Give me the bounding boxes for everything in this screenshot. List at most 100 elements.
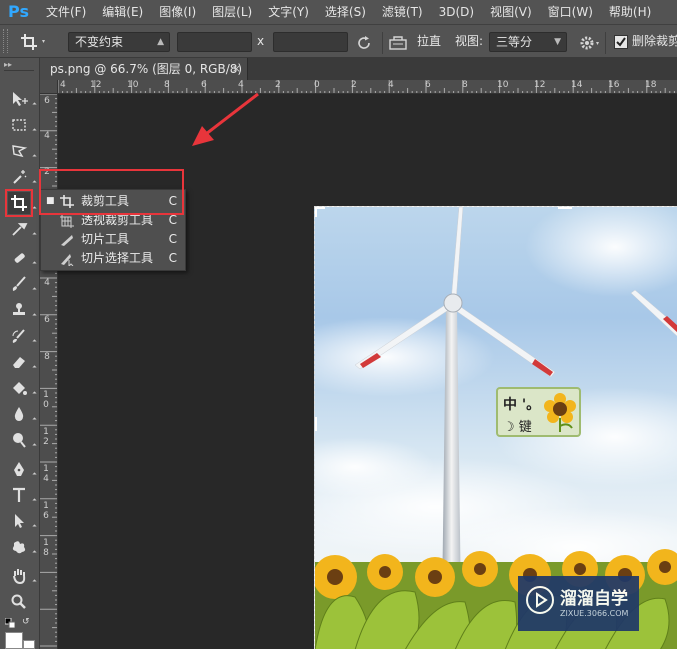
options-divider — [605, 32, 607, 54]
delete-cropped-checkbox[interactable] — [614, 35, 628, 49]
ruler-origin[interactable] — [40, 80, 58, 94]
eraser-tool-icon[interactable] — [8, 351, 30, 373]
ruler-label: 2 — [275, 80, 281, 90]
ruler-label: 6 — [201, 80, 207, 90]
times-sign: x — [257, 34, 265, 48]
ruler-label: 1 4 — [43, 464, 49, 484]
delete-cropped-label[interactable]: 删除裁剪 — [632, 33, 677, 49]
ruler-label: 8 — [164, 80, 170, 90]
ruler-label: 8 — [44, 352, 50, 362]
slice-icon — [61, 235, 73, 246]
play-logo-icon — [526, 586, 554, 614]
menu-help[interactable]: 帮助(H) — [599, 0, 657, 24]
foreground-color-swatch[interactable] — [5, 632, 23, 649]
ime-secondary-text: ☽ 键 — [503, 420, 532, 435]
crop-height-input[interactable] — [273, 32, 348, 52]
default-colors-icon[interactable] — [4, 617, 16, 629]
perspective-crop-icon — [60, 214, 74, 228]
collapse-panel-icon[interactable]: ▸▸ — [4, 61, 34, 69]
flyout-item-shortcut: C — [168, 232, 177, 246]
brush-tool-icon[interactable] — [8, 273, 30, 295]
watermark-badge: 溜溜自学 ZIXUE.3066.COM — [518, 576, 639, 631]
hand-tool-icon[interactable] — [8, 565, 30, 587]
ruler-label: 4 — [388, 80, 394, 90]
pen-tool-icon[interactable] — [8, 458, 30, 480]
swap-colors-icon[interactable]: ↺ — [22, 617, 32, 627]
ruler-ticks — [58, 80, 675, 93]
ruler-label: 16 — [608, 80, 620, 90]
menu-image[interactable]: 图像(I) — [149, 0, 202, 24]
ruler-label: 14 — [571, 80, 583, 90]
lasso-tool-icon[interactable] — [8, 140, 30, 162]
menu-3d[interactable]: 3D(D) — [429, 0, 480, 24]
background-color-swatch[interactable] — [23, 640, 35, 649]
type-tool-icon[interactable] — [8, 484, 30, 506]
menu-edit[interactable]: 编辑(E) — [92, 0, 149, 24]
ruler-label: 4 — [60, 80, 66, 90]
clone-stamp-tool-icon[interactable] — [8, 299, 30, 321]
history-brush-tool-icon[interactable] — [8, 325, 30, 347]
flyout-item-slice-select-tool[interactable]: 切片选择工具 C — [41, 249, 185, 268]
crop-icon[interactable] — [18, 31, 48, 53]
ruler-label: 0 — [314, 80, 320, 90]
close-icon[interactable]: × — [232, 58, 241, 80]
menu-file[interactable]: 文件(F) — [36, 0, 92, 24]
ruler-label: 4 — [44, 278, 50, 288]
ratio-select[interactable]: 不变约束 ▲ — [68, 32, 170, 52]
flyout-item-label: 切片选择工具 — [81, 251, 154, 265]
straighten-label[interactable]: 拉直 — [417, 33, 441, 49]
menu-view[interactable]: 视图(V) — [480, 0, 538, 24]
menu-type[interactable]: 文字(Y) — [258, 0, 315, 24]
ruler-label: 2 — [351, 80, 357, 90]
menu-layer[interactable]: 图层(L) — [202, 0, 258, 24]
crop-handle[interactable] — [315, 207, 317, 217]
marquee-tool-icon[interactable] — [8, 114, 30, 136]
flyout-item-shortcut: C — [168, 251, 177, 265]
document-tab-title: ps.png @ 66.7% (图层 0, RGB/8) — [50, 62, 243, 76]
ime-mode-text: 中 '。 — [503, 397, 541, 413]
document-tab-bar: ps.png @ 66.7% (图层 0, RGB/8) × — [40, 58, 677, 80]
view-overlay-select[interactable]: 三等分 ▼ — [489, 32, 567, 52]
crop-handle[interactable] — [558, 207, 572, 209]
options-grip[interactable] — [3, 29, 8, 53]
dodge-tool-icon[interactable] — [8, 429, 30, 451]
ruler-label: 12 — [534, 80, 546, 90]
custom-shape-tool-icon[interactable] — [8, 536, 30, 558]
straighten-icon[interactable] — [388, 34, 408, 52]
flyout-item-slice-tool[interactable]: 切片工具 C — [41, 230, 185, 249]
ruler-label: 6 — [44, 96, 50, 106]
chevron-updown-icon: ▲ — [157, 37, 164, 47]
paint-bucket-tool-icon[interactable] — [8, 377, 30, 399]
annotation-highlight-box — [39, 169, 184, 215]
blur-tool-icon[interactable] — [8, 403, 30, 425]
ime-status-box[interactable]: 中 '。 ☽ 键 — [496, 387, 581, 437]
slice-select-icon — [61, 254, 74, 266]
menu-filter[interactable]: 滤镜(T) — [372, 0, 429, 24]
menu-bar: Ps 文件(F) 编辑(E) 图像(I) 图层(L) 文字(Y) 选择(S) 滤… — [0, 0, 677, 24]
ratio-select-value: 不变约束 — [75, 35, 124, 49]
ruler-label: 6 — [44, 315, 50, 325]
crop-handle[interactable] — [315, 417, 317, 431]
ruler-label: 6 — [425, 80, 431, 90]
view-overlay-value: 三等分 — [496, 35, 533, 49]
app-logo[interactable]: Ps — [0, 0, 36, 24]
flyout-item-label: 切片工具 — [81, 232, 130, 246]
eyedropper-tool-icon[interactable] — [8, 218, 30, 240]
options-bar: 不变约束 ▲ x 拉直 视图: 三等分 ▼ 删除裁剪 — [0, 24, 677, 58]
zoom-tool-icon[interactable] — [8, 591, 30, 613]
healing-brush-tool-icon[interactable] — [8, 247, 30, 269]
path-selection-tool-icon[interactable] — [8, 510, 30, 532]
ruler-label: 10 — [127, 80, 139, 90]
magic-wand-tool-icon[interactable] — [8, 166, 30, 188]
document-tab[interactable]: ps.png @ 66.7% (图层 0, RGB/8) × — [40, 58, 248, 80]
crop-width-input[interactable] — [177, 32, 252, 52]
horizontal-ruler[interactable]: 4 12 10 8 6 4 2 0 2 4 6 8 10 12 14 16 18 — [58, 80, 677, 94]
watermark-title: 溜溜自学 — [560, 589, 628, 609]
menu-select[interactable]: 选择(S) — [315, 0, 372, 24]
move-tool-icon[interactable] — [8, 88, 30, 110]
menu-window[interactable]: 窗口(W) — [538, 0, 599, 24]
swap-icon[interactable] — [355, 34, 373, 52]
ruler-label: 12 — [90, 80, 102, 90]
ruler-label: 8 — [462, 80, 468, 90]
gear-icon[interactable] — [578, 33, 602, 53]
